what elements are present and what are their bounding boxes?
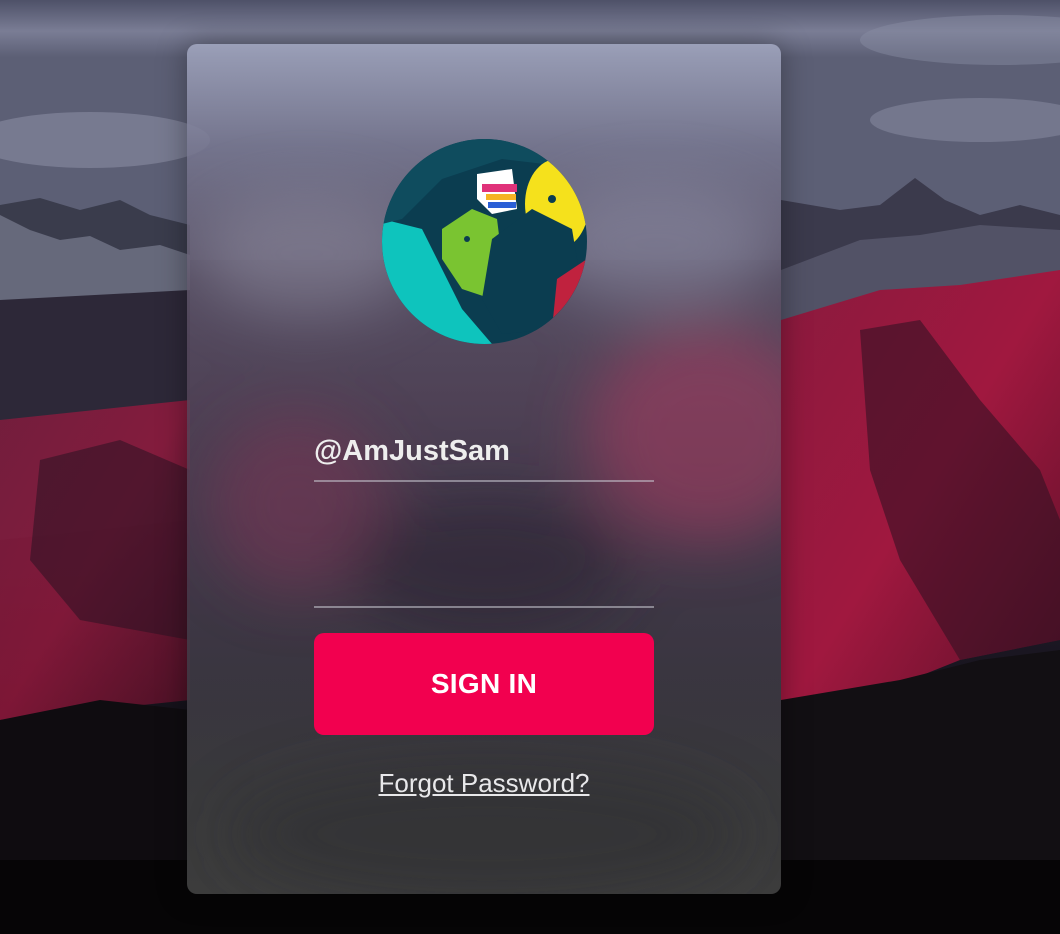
username-field[interactable]	[314, 422, 654, 482]
password-field[interactable]	[314, 546, 654, 608]
user-avatar-illustration-icon	[382, 139, 587, 344]
avatar	[382, 139, 587, 344]
login-screen: SIGN IN Forgot Password?	[0, 0, 1060, 934]
sign-in-button[interactable]: SIGN IN	[314, 633, 654, 735]
login-card: SIGN IN Forgot Password?	[187, 44, 781, 894]
forgot-password-link[interactable]: Forgot Password?	[187, 768, 781, 799]
